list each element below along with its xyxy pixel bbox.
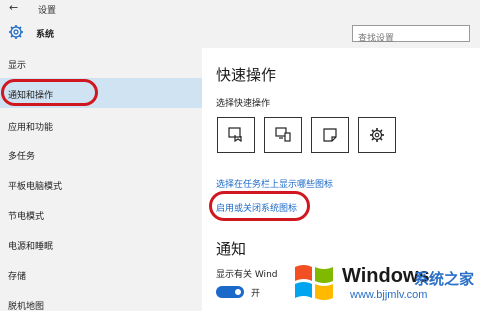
notification-toggle[interactable]: [216, 286, 244, 298]
quick-actions-heading: 快速操作: [216, 66, 277, 84]
sidebar-item-label: 节电模式: [8, 212, 45, 222]
tablet-mode-icon: [228, 127, 242, 143]
sidebar-item-storage[interactable]: 存储: [0, 259, 202, 289]
note-icon: [323, 128, 337, 142]
search-box[interactable]: [352, 25, 470, 47]
sidebar-item-power-sleep[interactable]: 电源和睡眠: [0, 229, 202, 259]
sidebar-item-multitasking[interactable]: 多任务: [0, 139, 202, 169]
quick-actions-subtitle: 选择快速操作: [216, 99, 271, 109]
quick-action-tile-note[interactable]: [311, 117, 349, 153]
gear-icon: [9, 25, 23, 39]
sidebar-item-offline-maps[interactable]: 脱机地图: [0, 289, 202, 319]
search-input[interactable]: [353, 31, 469, 47]
sidebar-item-label: 脱机地图: [8, 302, 45, 312]
windows-logo-icon: [295, 265, 333, 300]
connect-icon: [275, 127, 291, 142]
highlight-annotation: [209, 191, 310, 221]
sidebar-item-label: 平板电脑模式: [8, 182, 63, 192]
sidebar-item-apps[interactable]: 应用和功能: [0, 110, 202, 140]
title-bar: ← 设置: [0, 0, 480, 18]
quick-action-tile-settings[interactable]: [358, 117, 396, 153]
quick-action-tile-tablet[interactable]: [217, 117, 255, 153]
sidebar-item-label: 存储: [8, 272, 27, 282]
taskbar-icons-link[interactable]: 选择在任务栏上显示哪些图标: [216, 177, 333, 190]
highlight-annotation: [1, 79, 98, 106]
sidebar-item-label: 多任务: [8, 152, 36, 162]
sidebar-item-label: 应用和功能: [8, 123, 54, 133]
watermark-brand-cn: 系统之家: [414, 270, 475, 288]
quick-action-tile-connect[interactable]: [264, 117, 302, 153]
watermark-url: www.bjjmlv.com: [350, 289, 428, 301]
window-title: 设置: [38, 6, 57, 16]
sidebar-item-label: 显示: [8, 61, 27, 71]
sidebar-item-display[interactable]: 显示: [0, 48, 202, 78]
notification-setting-label: 显示有关 Wind: [216, 270, 278, 280]
sidebar-item-tablet-mode[interactable]: 平板电脑模式: [0, 169, 202, 199]
sidebar-item-label: 电源和睡眠: [8, 242, 54, 252]
back-arrow-icon[interactable]: ←: [9, 1, 18, 14]
notifications-heading: 通知: [216, 240, 247, 258]
settings-gear-icon: [370, 128, 384, 142]
sidebar-item-battery-saver[interactable]: 节电模式: [0, 199, 202, 229]
toggle-state-label: 开: [251, 289, 261, 299]
section-title: 系统: [36, 30, 55, 40]
